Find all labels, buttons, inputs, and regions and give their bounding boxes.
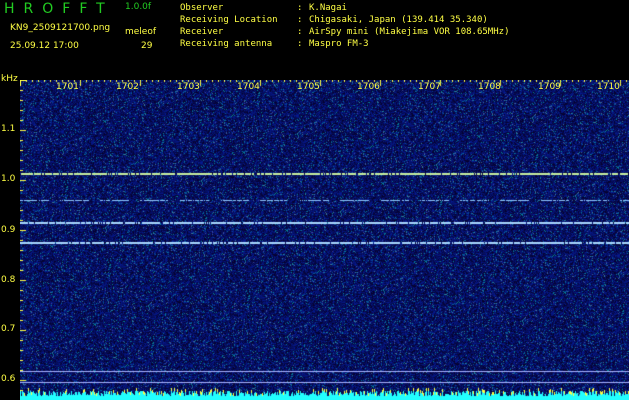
y-tick-label: 0.9 [1,225,16,235]
y-tick-label: 1.1 [1,124,16,134]
y-tick-label: 0.6 [1,374,16,384]
echo-count: 29 [141,41,153,51]
y-tick-label: 1.0 [1,174,16,184]
version-label: 1.0.0f [125,2,152,12]
location-value: Chigasaki, Japan (139.414 35.340) [309,15,488,25]
observer-value: K.Nagai [309,3,347,13]
app-title: HROFFT [4,1,114,17]
x-tick-label: 1704 [237,82,260,92]
mode-label: meleof [125,27,157,37]
antenna-value: Maspro FM-3 [309,39,369,49]
spectrogram [20,80,629,400]
observer-label: Observer [180,3,224,13]
observer-colon: : [297,3,303,13]
receiver-colon: : [297,27,303,37]
x-tick-label: 1706 [357,82,380,92]
y-axis-unit: kHz [1,74,18,84]
x-tick-label: 1707 [418,82,441,92]
x-tick-label: 1702 [116,82,139,92]
antenna-colon: : [297,39,303,49]
x-tick-label: 1705 [297,82,320,92]
file-name: KN9_2509121700.png [10,23,111,33]
location-colon: : [297,15,303,25]
location-label: Receiving Location [180,15,278,25]
date-time: 25.09.12 17:00 [10,41,79,51]
y-tick-label: 0.7 [1,324,16,334]
x-tick-label: 1710 [597,82,620,92]
x-tick-label: 1703 [177,82,200,92]
x-tick-label: 1709 [538,82,561,92]
y-tick-label: 0.8 [1,275,16,285]
receiver-value: AirSpy mini (Miakejima VOR 108.65MHz) [309,27,510,37]
x-tick-label: 1708 [478,82,501,92]
antenna-label: Receiving antenna [180,39,273,49]
receiver-label: Receiver [180,27,224,37]
x-tick-label: 1701 [56,82,79,92]
hrofft-window: HROFFT 1.0.0f KN9_2509121700.png 25.09.1… [0,0,629,400]
